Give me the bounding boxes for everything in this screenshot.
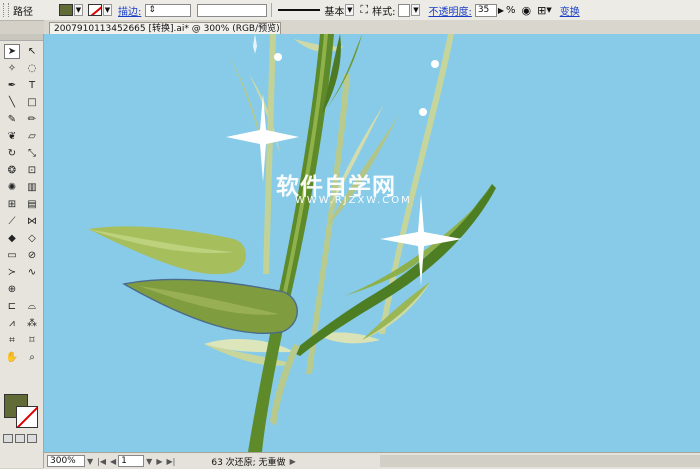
fill-color-swatch[interactable] [59, 4, 73, 16]
previous-page-icon[interactable]: ◀ [110, 457, 116, 466]
fill-stroke-control [4, 394, 40, 430]
control-bar: 路径 ▼ ▼ 描边: ⇕ 基本 ▼ ⛶ 样式: ▼ 不透明度: 35 ▶ % ◉… [0, 0, 700, 21]
eraser-tool[interactable]: ▱ [24, 129, 40, 144]
next-page-icon[interactable]: ▶ [156, 457, 162, 466]
align-dropdown-icon[interactable]: ▼ [546, 6, 551, 14]
page-field[interactable]: 1 [118, 455, 145, 467]
artwork [88, 34, 496, 452]
variable-width-field[interactable] [197, 3, 268, 17]
sparkle-star [253, 34, 257, 54]
opacity-unit: % [505, 4, 516, 16]
hand-tool[interactable]: ✋ [4, 350, 20, 365]
zoom-field[interactable]: 300% [47, 455, 85, 467]
line-segment-tool[interactable]: ╲ [4, 95, 20, 110]
first-page-icon[interactable]: |◀ [97, 457, 106, 466]
fill-dropdown-arrow[interactable]: ▼ [74, 4, 83, 16]
empty-tool-slot [24, 282, 40, 297]
transform-link[interactable]: 变换 [560, 3, 580, 18]
sparkle-dot [419, 108, 427, 116]
graphic-style-icon[interactable]: ⛶ [360, 3, 368, 17]
recolor-artwork-icon[interactable]: ◉ [522, 4, 532, 17]
align-options-icon[interactable]: ⊞ [537, 4, 546, 17]
scale-tool[interactable]: ⤡ [24, 146, 40, 161]
color-button[interactable] [3, 434, 13, 443]
sparkle-dot [274, 53, 282, 61]
sparkle-dot [431, 60, 439, 68]
magic-wand-tool[interactable]: ✧ [4, 61, 20, 76]
stroke-link[interactable]: 描边: [118, 3, 141, 18]
slice-tool[interactable]: ⊘ [24, 248, 40, 263]
warp-tool[interactable]: ❂ [4, 163, 20, 178]
tools-panel: ➤ ↖ ✧ ◌ ✒ T ╲ □ ✎ ✏ ❦ ▱ ↻ ⤡ ❂ ⊡ ✺ ▥ ⊞ ▤ ⟋ ⋈ ◆ ◇ ▭ ⊘ ≻ ∿ ⊕ ⊏ ⌓ ⩘ ⁂ ⌗ ⌑ ✋ ⌕ [0, 34, 44, 468]
document-tab-bar: 2007910113452665 [转换].ai* @ 300% (RGB/预览… [44, 20, 700, 34]
last-page-icon[interactable]: ▶| [166, 457, 175, 466]
stroke-box[interactable] [16, 406, 38, 428]
mesh-tool[interactable]: ⊞ [4, 197, 20, 212]
artboard-canvas[interactable]: 软件自学网 WWW.RJZXW.COM [44, 34, 700, 452]
brush-stroke-preview [278, 9, 321, 11]
selection-tool[interactable]: ➤ [4, 44, 20, 59]
stroke-color-swatch[interactable] [88, 4, 102, 16]
blob-brush-tool[interactable]: ❦ [4, 129, 20, 144]
zoom-tool[interactable]: ⌕ [24, 350, 40, 365]
perspective-grid-tool[interactable]: ⊕ [4, 282, 20, 297]
tools-grid: ➤ ↖ ✧ ◌ ✒ T ╲ □ ✎ ✏ ❦ ▱ ↻ ⤡ ❂ ⊡ ✺ ▥ ⊞ ▤ ⟋ ⋈ ◆ ◇ ▭ ⊘ ≻ ∿ ⊕ ⊏ ⌓ ⩘ ⁂ ⌗ ⌑ ✋ ⌕ [0, 41, 43, 367]
document-tab[interactable]: 2007910113452665 [转换].ai* @ 300% (RGB/预览… [49, 22, 281, 34]
crop-area-tool[interactable]: ⌗ [4, 333, 20, 348]
width-tool[interactable]: ≻ [4, 265, 20, 280]
free-transform-tool[interactable]: ⊡ [24, 163, 40, 178]
stroke-weight-field[interactable]: ⇕ [145, 3, 192, 17]
color-mode-buttons [3, 434, 37, 443]
direct-selection-tool[interactable]: ↖ [24, 44, 40, 59]
none-button[interactable] [27, 434, 37, 443]
status-arrow-icon[interactable]: ▶ [290, 457, 296, 466]
graph-tool[interactable]: ⩘ [4, 316, 20, 331]
opacity-field[interactable]: 35 [474, 3, 497, 17]
separator [271, 3, 273, 17]
shape-builder-tool[interactable]: ⊏ [4, 299, 20, 314]
gradient-button[interactable] [15, 434, 25, 443]
opacity-link[interactable]: 不透明度: [428, 3, 471, 18]
lasso-tool[interactable]: ◌ [24, 61, 40, 76]
pencil-tool[interactable]: ✏ [24, 112, 40, 127]
style-swatch[interactable] [398, 3, 411, 17]
live-paint-bucket-tool[interactable]: ◆ [4, 231, 20, 246]
rectangle-tool[interactable]: □ [24, 95, 40, 110]
artboard-tool[interactable]: ▭ [4, 248, 20, 263]
live-paint-selection-tool[interactable]: ◇ [24, 231, 40, 246]
rotate-tool[interactable]: ↻ [4, 146, 20, 161]
print-tiling-tool[interactable]: ⌑ [24, 333, 40, 348]
pen-tool[interactable]: ✒ [4, 78, 20, 93]
blend-tool[interactable]: ⋈ [24, 214, 40, 229]
stroke-dropdown-arrow[interactable]: ▼ [103, 4, 112, 16]
eyedropper-tool[interactable]: ⟋ [4, 214, 20, 229]
panel-grip[interactable] [3, 3, 9, 17]
reshape-tool[interactable]: ∿ [24, 265, 40, 280]
object-type-label: 路径 [13, 6, 33, 18]
style-dropdown-arrow[interactable]: ▼ [411, 4, 421, 16]
opacity-arrow-icon[interactable]: ▶ [498, 6, 504, 15]
symbol-tool[interactable]: ⁂ [24, 316, 40, 331]
brush-definition-label: 基本 [324, 6, 345, 18]
column-graph-tool[interactable]: ▥ [24, 180, 40, 195]
type-tool[interactable]: T [24, 78, 40, 93]
zoom-dropdown-icon[interactable]: ▼ [87, 457, 93, 466]
status-message: 63 次还原; 无重做 [211, 457, 286, 468]
paintbrush-tool[interactable]: ✎ [4, 112, 20, 127]
status-bar: 300% ▼ |◀ ◀ 1 ▼ ▶ ▶| 63 次还原; 无重做 ▶ [44, 452, 700, 469]
watermark-url: WWW.RJZXW.COM [295, 195, 412, 206]
symbol-sprayer-tool[interactable]: ✺ [4, 180, 20, 195]
horizontal-scrollbar[interactable] [380, 455, 700, 467]
tools-panel-header[interactable] [0, 34, 43, 41]
style-label: 样式: [372, 6, 396, 18]
page-dropdown-icon[interactable]: ▼ [146, 457, 152, 466]
envelope-tool[interactable]: ⌓ [24, 299, 40, 314]
brush-dropdown-arrow[interactable]: ▼ [345, 4, 355, 16]
gradient-tool[interactable]: ▤ [24, 197, 40, 212]
